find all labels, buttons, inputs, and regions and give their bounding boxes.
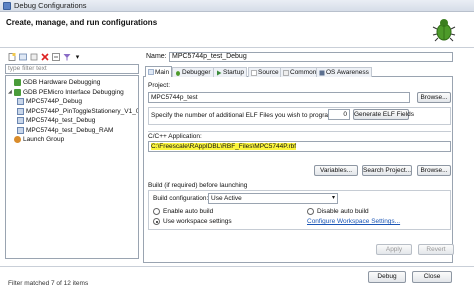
tree-item-label: GDB PEMicro Interface Debugging [23,88,124,96]
tree-item-test-debug[interactable]: MPC5744p_test_Debug [6,116,138,126]
dialog-header: Create, manage, and run configurations [0,12,474,48]
tree-item-label: MPC5744P_Debug [26,98,83,105]
bug-icon [432,19,456,42]
tab-source[interactable]: Source [248,67,282,77]
variables-button[interactable]: Variables... [314,165,358,176]
collapse-all-icon[interactable] [51,52,60,61]
build-config-select[interactable]: Use Active ▾ [208,193,338,204]
export-icon[interactable] [29,52,38,61]
tab-os-awareness[interactable]: OS Awareness [316,67,372,77]
tree-item-label: GDB Hardware Debugging [23,79,101,86]
gdb-icon [14,79,21,87]
configuration-list-panel: ▾ type filter text GDB Hardware Debuggin… [5,51,139,260]
tab-main[interactable]: Main [145,66,173,77]
new-prototype-icon[interactable] [18,52,27,61]
tree-item-label: Launch Group [23,136,65,143]
disable-auto-build-label: Disable auto build [317,208,369,215]
use-workspace-radio[interactable] [153,218,160,225]
enable-auto-build-radio[interactable] [153,208,160,215]
build-label: Build (if required) before launching [148,182,248,189]
config-icon [17,98,24,106]
tree-item-mpc5744p-debug[interactable]: MPC5744P_Debug [6,97,138,107]
left-toolbar: ▾ [5,51,139,63]
window-title: Debug Configurations [14,1,87,10]
window-titlebar: Debug Configurations [0,0,474,12]
apply-button[interactable]: Apply [376,244,412,255]
name-field[interactable]: MPC5744p_test_Debug [169,52,453,62]
main-tab-icon [148,69,154,75]
filter-menu-chevron-icon[interactable]: ▾ [73,52,82,61]
startup-tab-icon [217,70,222,75]
tree-item-label: MPC5744P_PinToggleStationery_V1_0_5 [26,107,139,115]
debugger-tab-icon [176,70,180,76]
config-icon [17,117,24,125]
filter-input[interactable]: type filter text [5,64,139,74]
source-tab-icon [251,69,257,76]
tree-item-test-debug-ram[interactable]: MPC5744p_test_Debug_RAM [6,126,138,136]
separator [148,131,451,132]
application-path-text: C:\Freescale\RAppIDBL\RBF_Files\MPC5744P… [151,143,297,150]
build-config-label: Build configuration: [153,195,209,202]
common-tab-icon [283,69,289,76]
tree-item-pintoggle[interactable]: MPC5744P_PinToggleStationery_V1_0_5 [6,107,138,117]
chevron-down-icon: ▾ [331,195,335,201]
project-browse-button[interactable]: Browse... [417,92,451,103]
tree-item-launch-group[interactable]: Launch Group [6,135,138,145]
main-tab-pane: Project: MPC5744p_test Browse... Specify… [143,77,453,263]
delete-icon[interactable] [40,52,49,61]
config-icon [17,107,24,115]
application-browse-button[interactable]: Browse... [417,165,451,176]
new-config-icon[interactable] [7,52,16,61]
config-icon [17,126,24,134]
use-workspace-label: Use workspace settings [163,218,232,225]
elf-count-field[interactable]: 0 [328,109,350,120]
configuration-tree: GDB Hardware Debugging ◢ GDB PEMicro Int… [5,75,139,259]
tree-item-label: MPC5744p_test_Debug [26,117,96,124]
launch-icon [14,136,21,144]
tab-common[interactable]: Common [280,67,320,77]
elf-label: Specify the number of additional ELF Fil… [151,112,336,119]
configure-workspace-link[interactable]: Configure Workspace Settings... [307,218,400,225]
search-project-button[interactable]: Search Project... [362,165,412,176]
project-label: Project: [148,82,171,89]
tab-startup[interactable]: Startup [213,67,247,77]
tree-item-gdb-pemicro[interactable]: ◢ GDB PEMicro Interface Debugging [6,88,138,98]
disable-auto-build-radio[interactable] [307,208,314,215]
footer-separator [0,266,474,267]
project-field[interactable]: MPC5744p_test [148,92,410,103]
configuration-editor: Name: MPC5744p_test_Debug Main Debugger … [143,51,453,263]
tree-item-gdb-hardware[interactable]: GDB Hardware Debugging [6,78,138,88]
revert-button[interactable]: Revert [418,244,454,255]
os-awareness-tab-icon [319,70,325,75]
filter-icon[interactable] [62,52,71,61]
enable-auto-build-label: Enable auto build [163,208,214,215]
header-title: Create, manage, and run configurations [6,18,158,27]
filter-status: Filter matched 7 of 12 items [8,280,89,287]
tree-item-label: MPC5744p_test_Debug_RAM [26,126,114,134]
debug-app-icon [3,2,11,10]
generate-elf-button[interactable]: Generate ELF Fields [353,109,414,120]
close-button[interactable]: Close [412,271,452,283]
name-row: Name: MPC5744p_test_Debug [143,51,453,63]
gdb-icon [14,88,21,96]
tab-debugger[interactable]: Debugger [172,67,214,77]
debug-button[interactable]: Debug [368,271,406,283]
name-label: Name: [146,53,167,60]
application-field[interactable]: C:\Freescale\RAppIDBL\RBF_Files\MPC5744P… [148,141,451,152]
application-label: C/C++ Application: [148,133,202,140]
config-tabs: Main Debugger Startup Source Common OS A… [143,66,453,77]
